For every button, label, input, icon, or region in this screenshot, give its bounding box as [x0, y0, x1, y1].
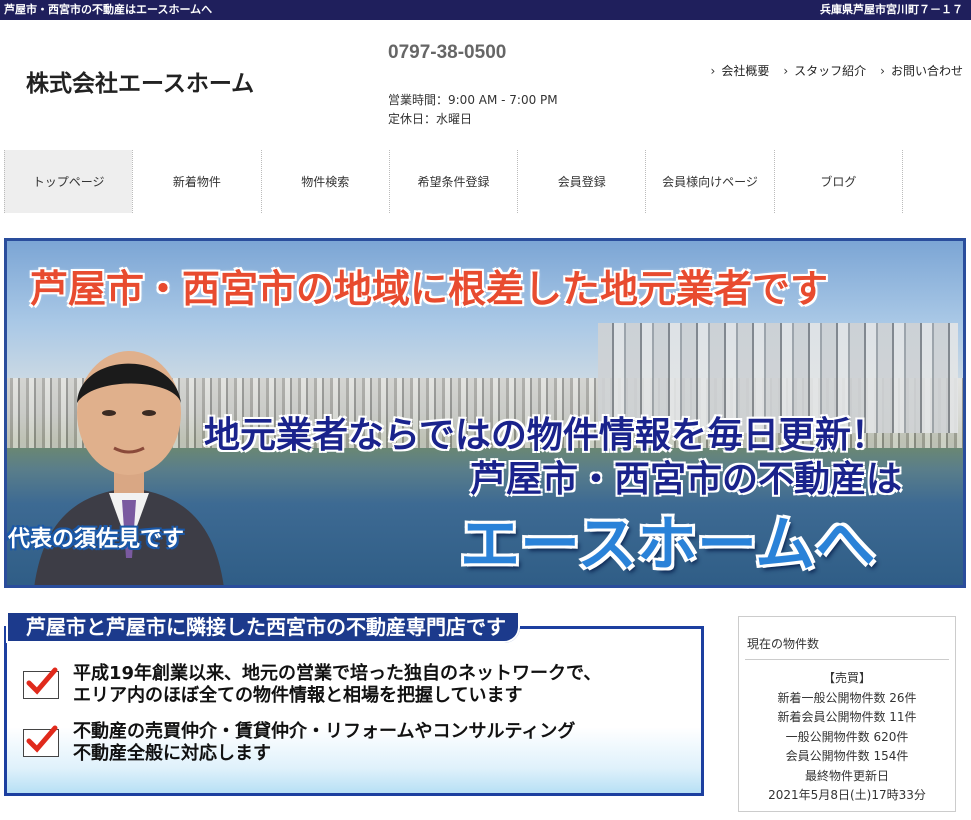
widget-heading: 現在の物件数	[747, 637, 820, 651]
widget-divider	[745, 659, 949, 660]
hero-banner: 芦屋市・西宮市の地域に根差した地元業者です 地元業者ならではの物件情報を毎日更新…	[4, 238, 966, 588]
holiday-text: 定休日：水曜日	[388, 112, 473, 126]
top-bar-tagline: 芦屋市・西宮市の不動産はエースホームへ	[4, 3, 213, 16]
stats-line: 2021年5月8日(土)17時33分	[768, 788, 926, 802]
intro-point-1-line-1: 平成19年創業以来、地元の営業で培った独自のネットワークで、	[73, 663, 602, 684]
business-hours: 営業時間：9:00 AM - 7:00 PM 定休日：水曜日	[388, 91, 558, 129]
stats-line: 一般公開物件数 620件	[785, 729, 909, 744]
site-logo[interactable]: 株式会社エースホーム	[26, 64, 254, 98]
property-count-widget: 現在の物件数 【売買】 新着一般公開物件数 26件 新着会員公開物件数 11件 …	[738, 616, 956, 812]
nav-wish[interactable]: 希望条件登録	[388, 150, 517, 213]
intro-point-2-line-1: 不動産の売買仲介・賃貸仲介・リフォームやコンサルティング	[73, 721, 576, 742]
link-company[interactable]: 会社概要	[711, 62, 769, 79]
widget-body: 【売買】 新着一般公開物件数 26件 新着会員公開物件数 11件 一般公開物件数…	[739, 669, 955, 806]
intro-point-1-line-2: エリア内のほぼ全ての物件情報と相場を把握しています	[73, 685, 523, 706]
intro-point-1: 平成19年創業以来、地元の営業で培った独自のネットワークで、 エリア内のほぼ全て…	[23, 663, 601, 707]
intro-point-2-line-2: 不動産全般に対応します	[73, 743, 271, 764]
nav-register[interactable]: 会員登録	[517, 150, 645, 213]
checkmark-icon	[23, 667, 59, 699]
nav-search[interactable]: 物件検索	[260, 150, 389, 213]
stats-line: 新着一般公開物件数 26件	[777, 690, 917, 705]
hero-frame	[4, 238, 966, 588]
stats-line: 会員公開物件数 154件	[785, 749, 909, 763]
checkmark-icon	[23, 725, 59, 757]
link-staff[interactable]: スタッフ紹介	[783, 62, 866, 79]
nav-member[interactable]: 会員様向けページ	[645, 150, 773, 213]
intro-box: 平成19年創業以来、地元の営業で培った独自のネットワークで、 エリア内のほぼ全て…	[4, 626, 704, 796]
link-contact[interactable]: お問い合わせ	[880, 62, 963, 79]
stats-line: 新着会員公開物件数 11件	[777, 710, 917, 724]
stats-section: 【売買】	[822, 671, 871, 685]
nav-blog[interactable]: ブログ	[773, 150, 902, 213]
nav-top[interactable]: トップページ	[4, 150, 133, 213]
intro-title: 芦屋市と芦屋市に隣接した西宮市の不動産専門店です	[6, 611, 520, 643]
top-bar: 芦屋市・西宮市の不動産はエースホームへ 兵庫県芦屋市宮川町７－１７	[0, 0, 971, 20]
phone-number: 0797-38-0500	[388, 42, 507, 63]
main-nav: トップページ 新着物件 物件検索 希望条件登録 会員登録 会員様向けページ ブロ…	[4, 150, 903, 213]
header-links: 会社概要 スタッフ紹介 お問い合わせ	[711, 62, 963, 79]
top-bar-address: 兵庫県芦屋市宮川町７－１７	[820, 3, 963, 16]
nav-new[interactable]: 新着物件	[132, 150, 260, 213]
intro-point-2: 不動産の売買仲介・賃貸仲介・リフォームやコンサルティング 不動産全般に対応します	[23, 721, 575, 765]
hours-text: 営業時間：9:00 AM - 7:00 PM	[388, 93, 558, 107]
stats-line: 最終物件更新日	[804, 768, 889, 783]
